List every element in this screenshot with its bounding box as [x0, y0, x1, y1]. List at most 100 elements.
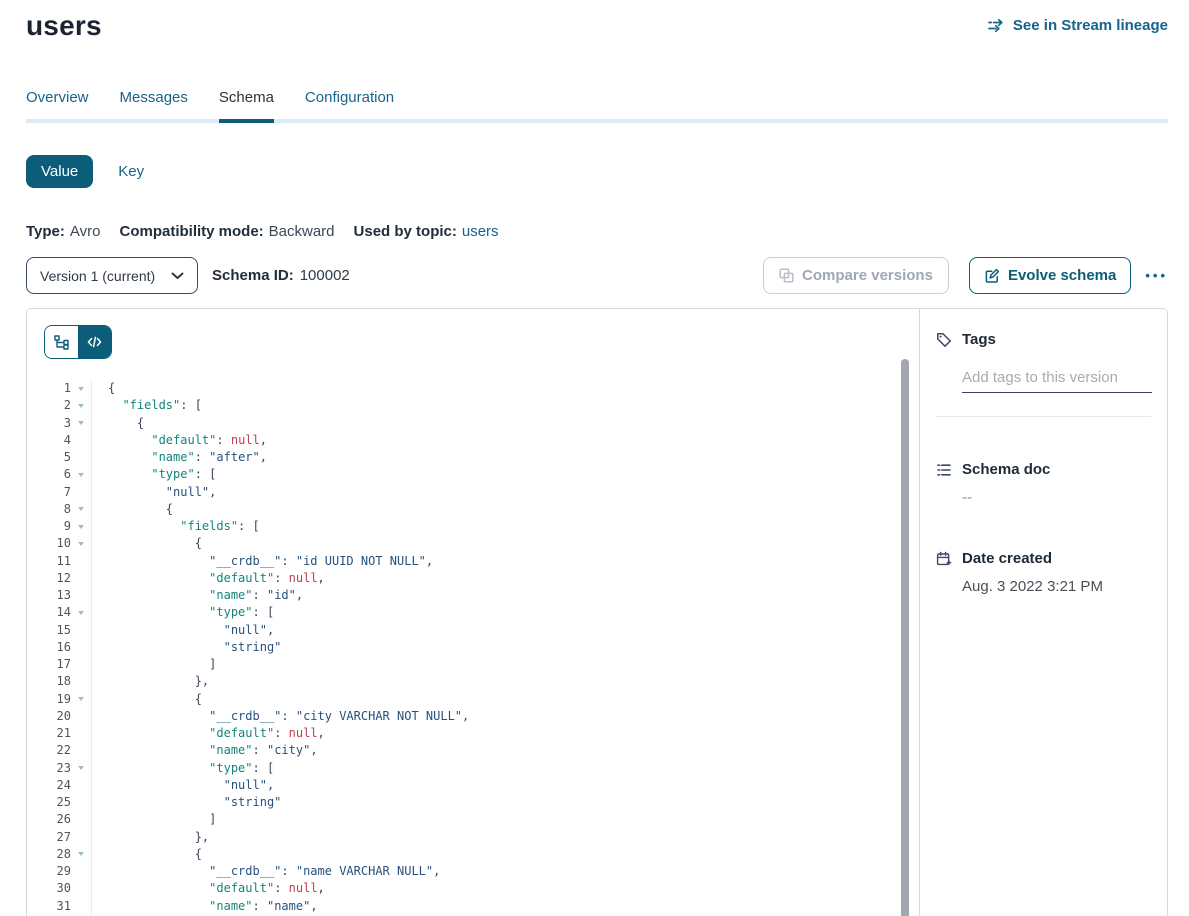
line-number: 1: [27, 380, 71, 397]
compare-versions-button[interactable]: Compare versions: [763, 257, 949, 294]
more-actions-button[interactable]: •••: [1145, 268, 1168, 283]
fold-gutter: [71, 708, 92, 725]
tab-schema[interactable]: Schema: [219, 89, 274, 123]
line-number: 2: [27, 397, 71, 414]
code-text: {: [92, 691, 202, 708]
date-created-value: Aug. 3 2022 3:21 PM: [962, 578, 1151, 595]
page-title: users: [26, 10, 102, 42]
code-line: 24 "null",: [27, 777, 919, 794]
chevron-down-icon: [171, 272, 184, 280]
line-number: 10: [27, 535, 71, 552]
date-created-label: Date created: [962, 550, 1052, 567]
fold-gutter: [71, 639, 92, 656]
code-line: 30 "default": null,: [27, 880, 919, 897]
stream-lineage-icon: [988, 18, 1006, 33]
code-line: 23 "type": [: [27, 760, 919, 777]
line-number: 4: [27, 432, 71, 449]
tab-overview[interactable]: Overview: [26, 89, 89, 123]
line-number: 12: [27, 570, 71, 587]
compatibility-mode: Compatibility mode: Backward: [119, 223, 334, 240]
line-number: 20: [27, 708, 71, 725]
code-line: 15 "null",: [27, 622, 919, 639]
line-number: 8: [27, 501, 71, 518]
code-line: 21 "default": null,: [27, 725, 919, 742]
schema-panel: 1{2 "fields": [3 {4 "default": null,5 "n…: [26, 308, 1168, 916]
line-number: 5: [27, 449, 71, 466]
line-number: 30: [27, 880, 71, 897]
fold-toggle-icon[interactable]: [71, 760, 92, 777]
fold-gutter: [71, 777, 92, 794]
date-created-heading: Date created: [936, 550, 1151, 567]
code-text: "fields": [: [92, 397, 202, 414]
tag-icon: [936, 332, 952, 348]
fold-toggle-icon[interactable]: [71, 466, 92, 483]
line-number: 28: [27, 846, 71, 863]
code-text: "null",: [92, 484, 216, 501]
tab-messages[interactable]: Messages: [120, 89, 188, 123]
schema-controls-row: Version 1 (current) Schema ID: 100002 Co…: [26, 257, 1168, 294]
code-text: {: [92, 535, 202, 552]
evolve-schema-button[interactable]: Evolve schema: [969, 257, 1131, 294]
value-tab-button[interactable]: Value: [26, 155, 93, 188]
line-number: 21: [27, 725, 71, 742]
code-text: "type": [: [92, 466, 216, 483]
code-text: "__crdb__": "id UUID NOT NULL",: [92, 553, 433, 570]
code-text: {: [92, 846, 202, 863]
fold-toggle-icon[interactable]: [71, 518, 92, 535]
fold-toggle-icon[interactable]: [71, 380, 92, 397]
code-line: 26 ]: [27, 811, 919, 828]
fold-gutter: [71, 432, 92, 449]
code-text: "type": [: [92, 760, 274, 777]
fold-gutter: [71, 794, 92, 811]
code-text: "string": [92, 794, 281, 811]
line-number: 29: [27, 863, 71, 880]
schema-id-value: 100002: [300, 267, 350, 284]
code-text: },: [92, 829, 209, 846]
sidebar-divider: [936, 416, 1151, 417]
code-line: 22 "name": "city",: [27, 742, 919, 759]
fold-toggle-icon[interactable]: [71, 535, 92, 552]
fold-toggle-icon[interactable]: [71, 691, 92, 708]
fold-toggle-icon[interactable]: [71, 604, 92, 621]
compare-icon: [779, 268, 794, 283]
code-line: 11 "__crdb__": "id UUID NOT NULL",: [27, 553, 919, 570]
fold-gutter: [71, 725, 92, 742]
code-text: "name": "city",: [92, 742, 318, 759]
fold-toggle-icon[interactable]: [71, 501, 92, 518]
stream-lineage-link[interactable]: See in Stream lineage: [988, 17, 1168, 34]
code-text: ]: [92, 656, 216, 673]
compatibility-label: Compatibility mode:: [119, 223, 263, 240]
tab-configuration[interactable]: Configuration: [305, 89, 394, 123]
tags-input[interactable]: [962, 369, 1152, 393]
code-view-button[interactable]: [78, 326, 111, 358]
code-line: 27 },: [27, 829, 919, 846]
line-number: 13: [27, 587, 71, 604]
code-text: "fields": [: [92, 518, 260, 535]
fold-toggle-icon[interactable]: [71, 397, 92, 414]
code-line: 20 "__crdb__": "city VARCHAR NOT NULL",: [27, 708, 919, 725]
code-content: 1{2 "fields": [3 {4 "default": null,5 "n…: [27, 380, 919, 916]
line-number: 6: [27, 466, 71, 483]
code-line: 10 {: [27, 535, 919, 552]
schema-id-label: Schema ID:: [212, 267, 294, 284]
code-line: 28 {: [27, 846, 919, 863]
code-text: "null",: [92, 777, 274, 794]
key-tab-button[interactable]: Key: [118, 163, 144, 180]
line-number: 24: [27, 777, 71, 794]
compatibility-value: Backward: [269, 223, 335, 240]
schema-doc-section: Schema doc --: [936, 461, 1151, 506]
fold-toggle-icon[interactable]: [71, 846, 92, 863]
code-line: 4 "default": null,: [27, 432, 919, 449]
topic-link[interactable]: users: [462, 223, 499, 240]
tree-view-button[interactable]: [45, 326, 78, 358]
schema-meta-row: Type: Avro Compatibility mode: Backward …: [26, 223, 1168, 240]
version-select[interactable]: Version 1 (current): [26, 257, 198, 294]
code-text: "__crdb__": "name VARCHAR NULL",: [92, 863, 440, 880]
schema-sidebar: Tags Schema doc --: [919, 309, 1167, 916]
code-text: "null",: [92, 622, 274, 639]
code-line: 13 "name": "id",: [27, 587, 919, 604]
fold-gutter: [71, 880, 92, 897]
editor-scrollbar[interactable]: [901, 359, 909, 916]
fold-toggle-icon[interactable]: [71, 415, 92, 432]
code-text: {: [92, 380, 115, 397]
